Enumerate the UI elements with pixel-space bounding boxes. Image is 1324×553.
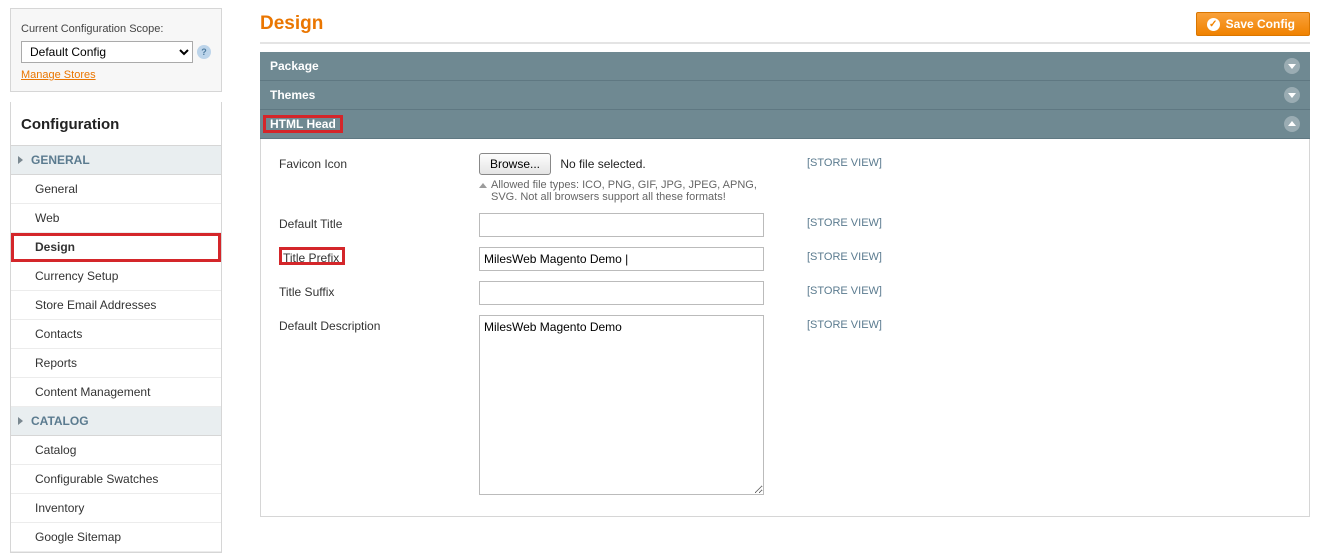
chevron-down-icon <box>1284 58 1300 74</box>
nav-item-store-email-addresses[interactable]: Store Email Addresses <box>11 291 221 320</box>
check-icon: ✓ <box>1207 18 1220 31</box>
sidebar-title: Configuration <box>21 116 211 133</box>
nav-item-google-sitemap[interactable]: Google Sitemap <box>11 523 221 552</box>
accordion-head-html-head[interactable]: HTML Head <box>260 110 1310 139</box>
help-icon[interactable]: ? <box>197 45 211 59</box>
favicon-file-status: No file selected. <box>560 157 645 171</box>
favicon-browse-button[interactable]: Browse... <box>479 153 551 175</box>
nav-item-catalog[interactable]: Catalog <box>11 436 221 465</box>
default-description-scope: [STORE VIEW] <box>807 315 882 331</box>
title-suffix-input[interactable] <box>479 281 764 305</box>
accordion-head-label: Package <box>270 59 319 73</box>
nav-item-web[interactable]: Web <box>11 204 221 233</box>
scope-label: Current Configuration Scope: <box>21 23 211 35</box>
favicon-scope: [STORE VIEW] <box>807 153 882 169</box>
title-prefix-label: Title Prefix <box>279 247 345 265</box>
nav-section[interactable]: CATALOG <box>11 407 221 436</box>
default-title-label: Default Title <box>279 213 479 231</box>
accordion-head-label: Themes <box>270 88 315 102</box>
chevron-down-icon <box>1284 87 1300 103</box>
chevron-right-icon <box>18 156 23 164</box>
scope-box: Current Configuration Scope: Default Con… <box>10 8 222 92</box>
default-description-input[interactable] <box>479 315 764 495</box>
default-title-input[interactable] <box>479 213 764 237</box>
nav-section-label: GENERAL <box>31 153 90 167</box>
chevron-right-icon <box>18 417 23 425</box>
title-suffix-label: Title Suffix <box>279 281 479 299</box>
favicon-hint: Allowed file types: ICO, PNG, GIF, JPG, … <box>491 179 761 203</box>
title-prefix-scope: [STORE VIEW] <box>807 247 882 263</box>
title-suffix-scope: [STORE VIEW] <box>807 281 882 297</box>
default-title-scope: [STORE VIEW] <box>807 213 882 229</box>
accordion-head-package[interactable]: Package <box>260 52 1310 81</box>
accordion-head-label: HTML Head <box>265 117 341 131</box>
nav-item-reports[interactable]: Reports <box>11 349 221 378</box>
nav-item-content-management[interactable]: Content Management <box>11 378 221 407</box>
nav-item-design[interactable]: Design <box>11 233 221 262</box>
nav-list: GENERAL GeneralWebDesignCurrency SetupSto… <box>10 146 222 553</box>
html-head-body: Favicon Icon Browse... No file selected.… <box>260 139 1310 517</box>
nav-item-currency-setup[interactable]: Currency Setup <box>11 262 221 291</box>
scope-select[interactable]: Default Config <box>21 41 193 63</box>
divider <box>260 42 1310 44</box>
nav-section-label: CATALOG <box>31 414 89 428</box>
nav-item-contacts[interactable]: Contacts <box>11 320 221 349</box>
nav-item-general[interactable]: General <box>11 175 221 204</box>
manage-stores-link[interactable]: Manage Stores <box>21 69 96 81</box>
nav-section[interactable]: GENERAL <box>11 146 221 175</box>
chevron-up-icon <box>1284 116 1300 132</box>
hint-caret-icon <box>479 183 487 188</box>
nav-item-inventory[interactable]: Inventory <box>11 494 221 523</box>
save-config-button[interactable]: ✓ Save Config <box>1196 12 1310 36</box>
nav-item-configurable-swatches[interactable]: Configurable Swatches <box>11 465 221 494</box>
favicon-label: Favicon Icon <box>279 153 479 171</box>
save-config-label: Save Config <box>1226 17 1295 31</box>
title-prefix-input[interactable] <box>479 247 764 271</box>
accordion-head-themes[interactable]: Themes <box>260 81 1310 110</box>
default-description-label: Default Description <box>279 315 479 333</box>
page-title: Design <box>260 13 323 35</box>
